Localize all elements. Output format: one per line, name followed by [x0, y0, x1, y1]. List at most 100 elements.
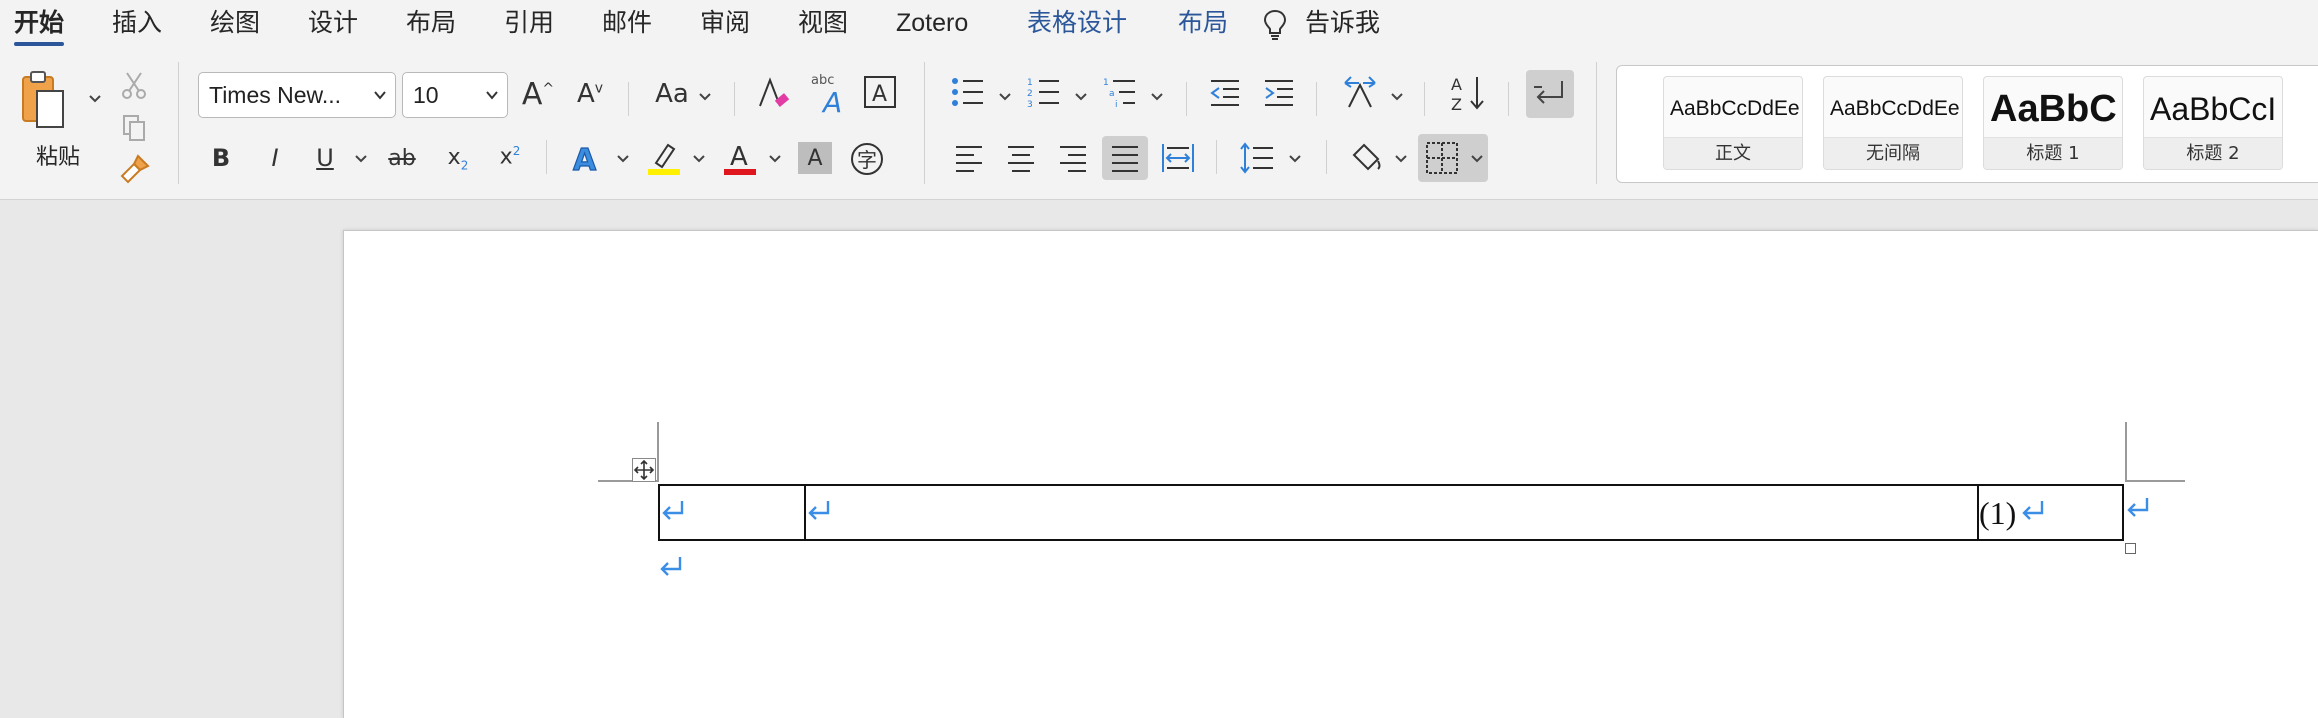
align-center-button[interactable] — [1004, 142, 1038, 174]
underline-button[interactable]: U — [308, 140, 342, 176]
change-case-button[interactable]: Aa — [650, 74, 694, 114]
font-color-button[interactable]: A — [720, 138, 760, 178]
character-border-button[interactable]: A — [862, 74, 898, 110]
equation-number[interactable]: (1) — [1979, 495, 2016, 531]
tab-review[interactable]: 审阅 — [700, 4, 750, 42]
justify-button[interactable] — [1102, 136, 1148, 180]
grow-font-icon: A^ — [521, 76, 555, 112]
shrink-font-icon: Av — [576, 79, 604, 109]
table-move-handle[interactable] — [632, 458, 656, 482]
borders-chevron-down-icon[interactable] — [1470, 154, 1484, 164]
font-size-combo[interactable]: 10 — [402, 72, 508, 118]
tab-zotero[interactable]: Zotero — [896, 4, 968, 42]
bold-button[interactable]: B — [204, 140, 238, 176]
font-name-combo[interactable]: Times New... — [198, 72, 396, 118]
align-left-button[interactable] — [952, 142, 986, 174]
chevron-down-icon[interactable] — [1074, 92, 1088, 102]
tab-home[interactable]: 开始 — [14, 4, 65, 46]
svg-text:i: i — [1115, 100, 1118, 108]
grow-font-button[interactable]: A^ — [518, 74, 558, 114]
distributed-button[interactable] — [1160, 140, 1196, 176]
copy-button[interactable] — [118, 112, 150, 144]
enclose-characters-button[interactable]: 字 — [848, 140, 886, 178]
italic-button[interactable]: I — [258, 140, 292, 176]
style-heading-1[interactable]: AaBbC 标题 1 — [1983, 76, 2123, 170]
word-window: 开始 插入 绘图 设计 布局 引用 邮件 审阅 视图 Zotero 表格设计 布… — [0, 0, 2318, 718]
character-shading-button[interactable]: A — [798, 142, 832, 174]
underline-icon: U — [316, 144, 334, 172]
increase-indent-button[interactable] — [1262, 76, 1296, 110]
style-name: 标题 1 — [1984, 137, 2122, 169]
lightbulb-icon[interactable] — [1262, 9, 1288, 41]
align-right-button[interactable] — [1056, 142, 1090, 174]
sort-button[interactable]: A Z — [1448, 72, 1488, 114]
tab-design[interactable]: 设计 — [308, 4, 358, 42]
style-name: 无间隔 — [1824, 137, 1962, 169]
chevron-down-icon[interactable] — [698, 92, 712, 102]
line-spacing-button[interactable] — [1238, 140, 1276, 176]
numbered-list-icon: 1 2 3 — [1027, 78, 1059, 108]
shrink-font-button[interactable]: Av — [570, 74, 610, 114]
document-canvas — [0, 201, 2318, 718]
sort-az-icon: A Z — [1451, 75, 1484, 113]
paste-label: 粘贴 — [36, 145, 81, 170]
superscript-button[interactable]: x2 — [492, 138, 528, 176]
tab-mailings[interactable]: 邮件 — [602, 4, 652, 42]
divider — [734, 82, 735, 116]
table-resize-handle[interactable] — [2125, 543, 2136, 554]
cut-button[interactable] — [118, 70, 150, 100]
chevron-down-icon[interactable] — [1288, 154, 1302, 164]
style-name: 正文 — [1664, 137, 1802, 169]
tab-table-design[interactable]: 表格设计 — [1027, 4, 1127, 42]
tell-me-search[interactable]: 告诉我 — [1305, 4, 1380, 42]
svg-text:1: 1 — [1103, 78, 1109, 88]
move-arrows-icon — [633, 459, 655, 481]
bold-icon: B — [211, 144, 231, 172]
subscript-button[interactable]: x2 — [440, 140, 476, 178]
tab-layout[interactable]: 布局 — [406, 4, 456, 42]
highlight-color-button[interactable] — [644, 138, 684, 178]
chevron-down-icon[interactable] — [1150, 92, 1164, 102]
style-no-spacing[interactable]: AaBbCcDdEe 无间隔 — [1823, 76, 1963, 170]
style-name: 标题 2 — [2144, 137, 2282, 169]
chevron-down-icon[interactable] — [373, 88, 387, 102]
equation-table[interactable] — [658, 484, 2124, 541]
chevron-down-icon[interactable] — [616, 154, 630, 164]
chevron-down-icon[interactable] — [692, 154, 706, 164]
tab-insert[interactable]: 插入 — [112, 4, 162, 42]
paste-button[interactable] — [20, 68, 66, 134]
chevron-down-icon[interactable] — [485, 88, 499, 102]
style-normal[interactable]: AaBbCcDdEe 正文 — [1663, 76, 1803, 170]
strikethrough-button[interactable]: ab — [382, 140, 422, 176]
paste-options-chevron-down-icon[interactable] — [88, 94, 102, 104]
text-effects-phonetic-button[interactable]: abc A — [808, 70, 852, 116]
style-sample: AaBbCcI — [2150, 91, 2277, 127]
numbering-button[interactable]: 1 2 3 — [1026, 74, 1062, 110]
format-painter-button[interactable] — [116, 152, 152, 186]
svg-text:1: 1 — [1027, 78, 1033, 88]
chevron-down-icon[interactable] — [768, 154, 782, 164]
clear-formatting-button[interactable] — [752, 72, 794, 114]
clear-formatting-icon — [759, 77, 790, 107]
increase-indent-icon — [1265, 80, 1293, 106]
paint-bucket-icon — [1352, 143, 1381, 171]
chevron-down-icon[interactable] — [1390, 92, 1404, 102]
multilevel-list-button[interactable]: 1 a i — [1102, 74, 1138, 110]
show-formatting-marks-button[interactable] — [1526, 70, 1574, 118]
chevron-down-icon[interactable] — [354, 154, 368, 164]
clipboard-icon — [22, 71, 64, 128]
shading-button[interactable] — [1348, 140, 1386, 176]
tab-table-layout[interactable]: 布局 — [1178, 4, 1228, 42]
divider — [178, 62, 179, 184]
chevron-down-icon[interactable] — [998, 92, 1012, 102]
chevron-down-icon[interactable] — [1394, 154, 1408, 164]
decrease-indent-button[interactable] — [1208, 76, 1242, 110]
text-effects-button[interactable]: A — [566, 138, 606, 178]
style-heading-2[interactable]: AaBbCcI 标题 2 — [2143, 76, 2283, 170]
end-of-cell-mark-icon — [2022, 501, 2044, 520]
tab-view[interactable]: 视图 — [798, 4, 848, 42]
tab-draw[interactable]: 绘图 — [210, 4, 260, 42]
tab-references[interactable]: 引用 — [504, 4, 554, 42]
bullets-button[interactable] — [950, 74, 986, 110]
text-direction-button[interactable] — [1340, 74, 1380, 112]
